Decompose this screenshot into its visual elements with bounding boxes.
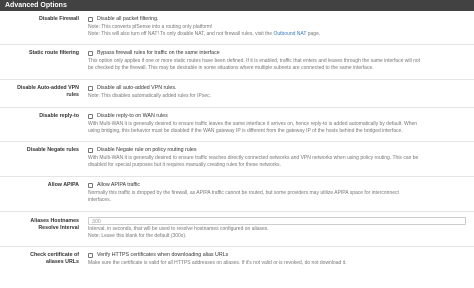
row-label-line: Check certificate of [30, 252, 79, 258]
checkbox-label: Allow APIPA traffic [97, 182, 141, 188]
row-label: Check certificate of aliases URLs [0, 252, 79, 266]
row-static-route-filtering: Static route filtering Bypass firewall r… [0, 45, 474, 80]
outbound-nat-link[interactable]: Outbound NAT [273, 31, 306, 37]
help-text: Make sure the certificate is valid for a… [88, 260, 347, 266]
help-text: interfaces. [88, 196, 112, 203]
disable-firewall-checkbox[interactable] [88, 17, 93, 22]
checkbox-label: Verify HTTPS certificates when downloadi… [97, 252, 229, 258]
help-text: This option only applies if one or more … [88, 58, 421, 64]
disable-reply-to-checkbox[interactable] [88, 114, 93, 119]
row-allow-apipa: Allow APIPA Allow APIPA traffic Normally… [0, 177, 474, 212]
row-aliases-resolve-interval: Aliases Hostnames Resolve Interval 300 I… [0, 212, 474, 247]
help-text: Interval, in seconds, that will be used … [88, 226, 269, 232]
help-text: Note: Leave this blank for the default (… [88, 232, 187, 239]
row-label: Static route filtering [28, 50, 79, 56]
checkbox-label: Disable all auto-added VPN rules. [97, 85, 177, 91]
help-text: disabled for special purposes but it req… [88, 161, 281, 168]
verify-https-checkbox[interactable] [88, 253, 93, 258]
row-label: Disable Firewall [38, 16, 79, 22]
help-text: be checked by the firewall. This may be … [88, 64, 374, 71]
row-label-line: Aliases Hostnames [30, 218, 79, 224]
help-text: using bridging, this behavior must be di… [88, 127, 403, 134]
section-title: Advanced Options [0, 0, 474, 11]
row-label-line: aliases URLs [46, 259, 79, 265]
static-route-filtering-checkbox[interactable] [88, 51, 93, 56]
checkbox-label: Disable Negate rule on policy routing ru… [97, 147, 197, 153]
checkbox-label: Disable all packet filtering. [97, 16, 159, 22]
disable-negate-checkbox[interactable] [88, 148, 93, 153]
row-disable-auto-vpn: Disable Auto-added VPN rules Disable all… [0, 80, 474, 108]
help-text: With Multi-WAN it is generally desired t… [88, 121, 418, 127]
row-label: Aliases Hostnames Resolve Interval [0, 218, 79, 232]
row-label: Disable Negate rules [26, 147, 79, 153]
row-label-line: Disable Auto-added VPN [17, 85, 79, 91]
help-text: Note: This disables automatically added … [88, 93, 212, 99]
help-text: Note: This will also turn off NAT! To on… [88, 31, 468, 38]
checkbox-label: Bypass firewall rules for traffic on the… [97, 50, 220, 56]
row-label: Allow APIPA [47, 182, 79, 188]
row-disable-firewall: Disable Firewall Disable all packet filt… [0, 11, 474, 45]
row-label-line: Resolve Interval [38, 225, 79, 231]
disable-auto-vpn-checkbox[interactable] [88, 86, 93, 91]
row-label: Disable Auto-added VPN rules [0, 85, 79, 99]
allow-apipa-checkbox[interactable] [88, 183, 93, 188]
help-text: With Multi-WAN it is generally desired t… [88, 155, 419, 161]
resolve-interval-input[interactable]: 300 [88, 217, 466, 225]
help-text-part: page. [306, 30, 321, 37]
checkbox-label: Disable reply-to on WAN rules [97, 113, 168, 119]
advanced-options-panel: Advanced Options Disable Firewall Disabl… [0, 0, 474, 288]
help-text: Note: This converts pfSense into a routi… [88, 24, 213, 30]
row-label: Disable reply-to [39, 113, 79, 119]
help-text-part: Note: This will also turn off NAT! To on… [88, 30, 274, 37]
options-list: Disable Firewall Disable all packet filt… [0, 11, 474, 276]
help-text: Normally this traffic is dropped by the … [88, 190, 399, 196]
row-disable-reply-to: Disable reply-to Disable reply-to on WAN… [0, 108, 474, 142]
row-label-line: rules [66, 92, 79, 98]
row-disable-negate: Disable Negate rules Disable Negate rule… [0, 142, 474, 177]
row-check-certificate: Check certificate of aliases URLs Verify… [0, 247, 474, 276]
